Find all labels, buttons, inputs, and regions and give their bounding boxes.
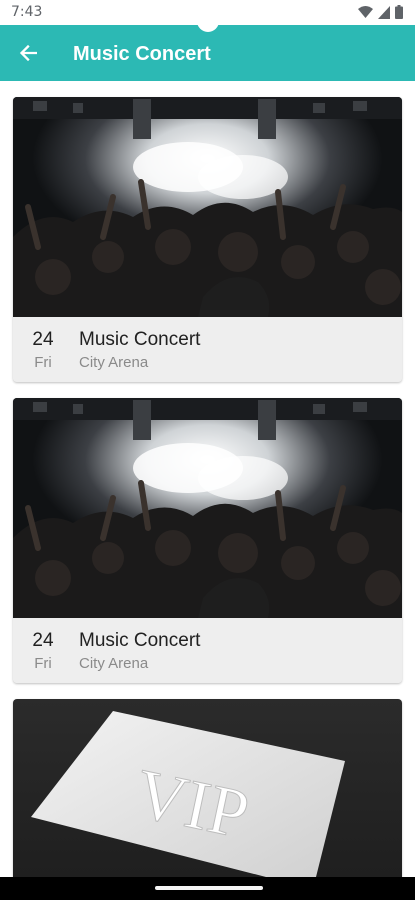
back-button[interactable] bbox=[14, 41, 42, 65]
event-card[interactable]: VIP bbox=[13, 699, 402, 877]
event-info: 24 Fri Music Concert City Arena bbox=[13, 618, 402, 683]
event-weekday: Fri bbox=[34, 655, 52, 672]
signal-icon bbox=[378, 5, 390, 19]
event-day: 24 bbox=[32, 329, 54, 350]
event-card[interactable]: 24 Fri Music Concert City Arena bbox=[13, 97, 402, 382]
event-card[interactable]: 24 Fri Music Concert City Arena bbox=[13, 398, 402, 683]
event-weekday: Fri bbox=[34, 354, 52, 371]
event-day: 24 bbox=[32, 630, 54, 651]
arrow-back-icon bbox=[19, 45, 37, 61]
system-nav-bar bbox=[0, 877, 415, 900]
event-venue: City Arena bbox=[79, 655, 149, 672]
status-icons bbox=[358, 5, 403, 19]
event-title: Music Concert bbox=[79, 630, 201, 651]
status-time: 7:43 bbox=[11, 4, 43, 20]
event-list: 24 Fri Music Concert City Arena 24 Fri M… bbox=[0, 81, 415, 877]
vip-ticket-image: VIP bbox=[13, 699, 402, 877]
home-gesture-handle[interactable] bbox=[155, 886, 263, 890]
event-info: 24 Fri Music Concert City Arena bbox=[13, 317, 402, 382]
wifi-icon bbox=[358, 5, 373, 19]
concert-crowd-image bbox=[13, 398, 402, 618]
page-title: Music Concert bbox=[73, 43, 211, 65]
event-title: Music Concert bbox=[79, 329, 201, 350]
battery-icon bbox=[395, 5, 403, 19]
concert-crowd-image bbox=[13, 97, 402, 317]
event-venue: City Arena bbox=[79, 354, 149, 371]
